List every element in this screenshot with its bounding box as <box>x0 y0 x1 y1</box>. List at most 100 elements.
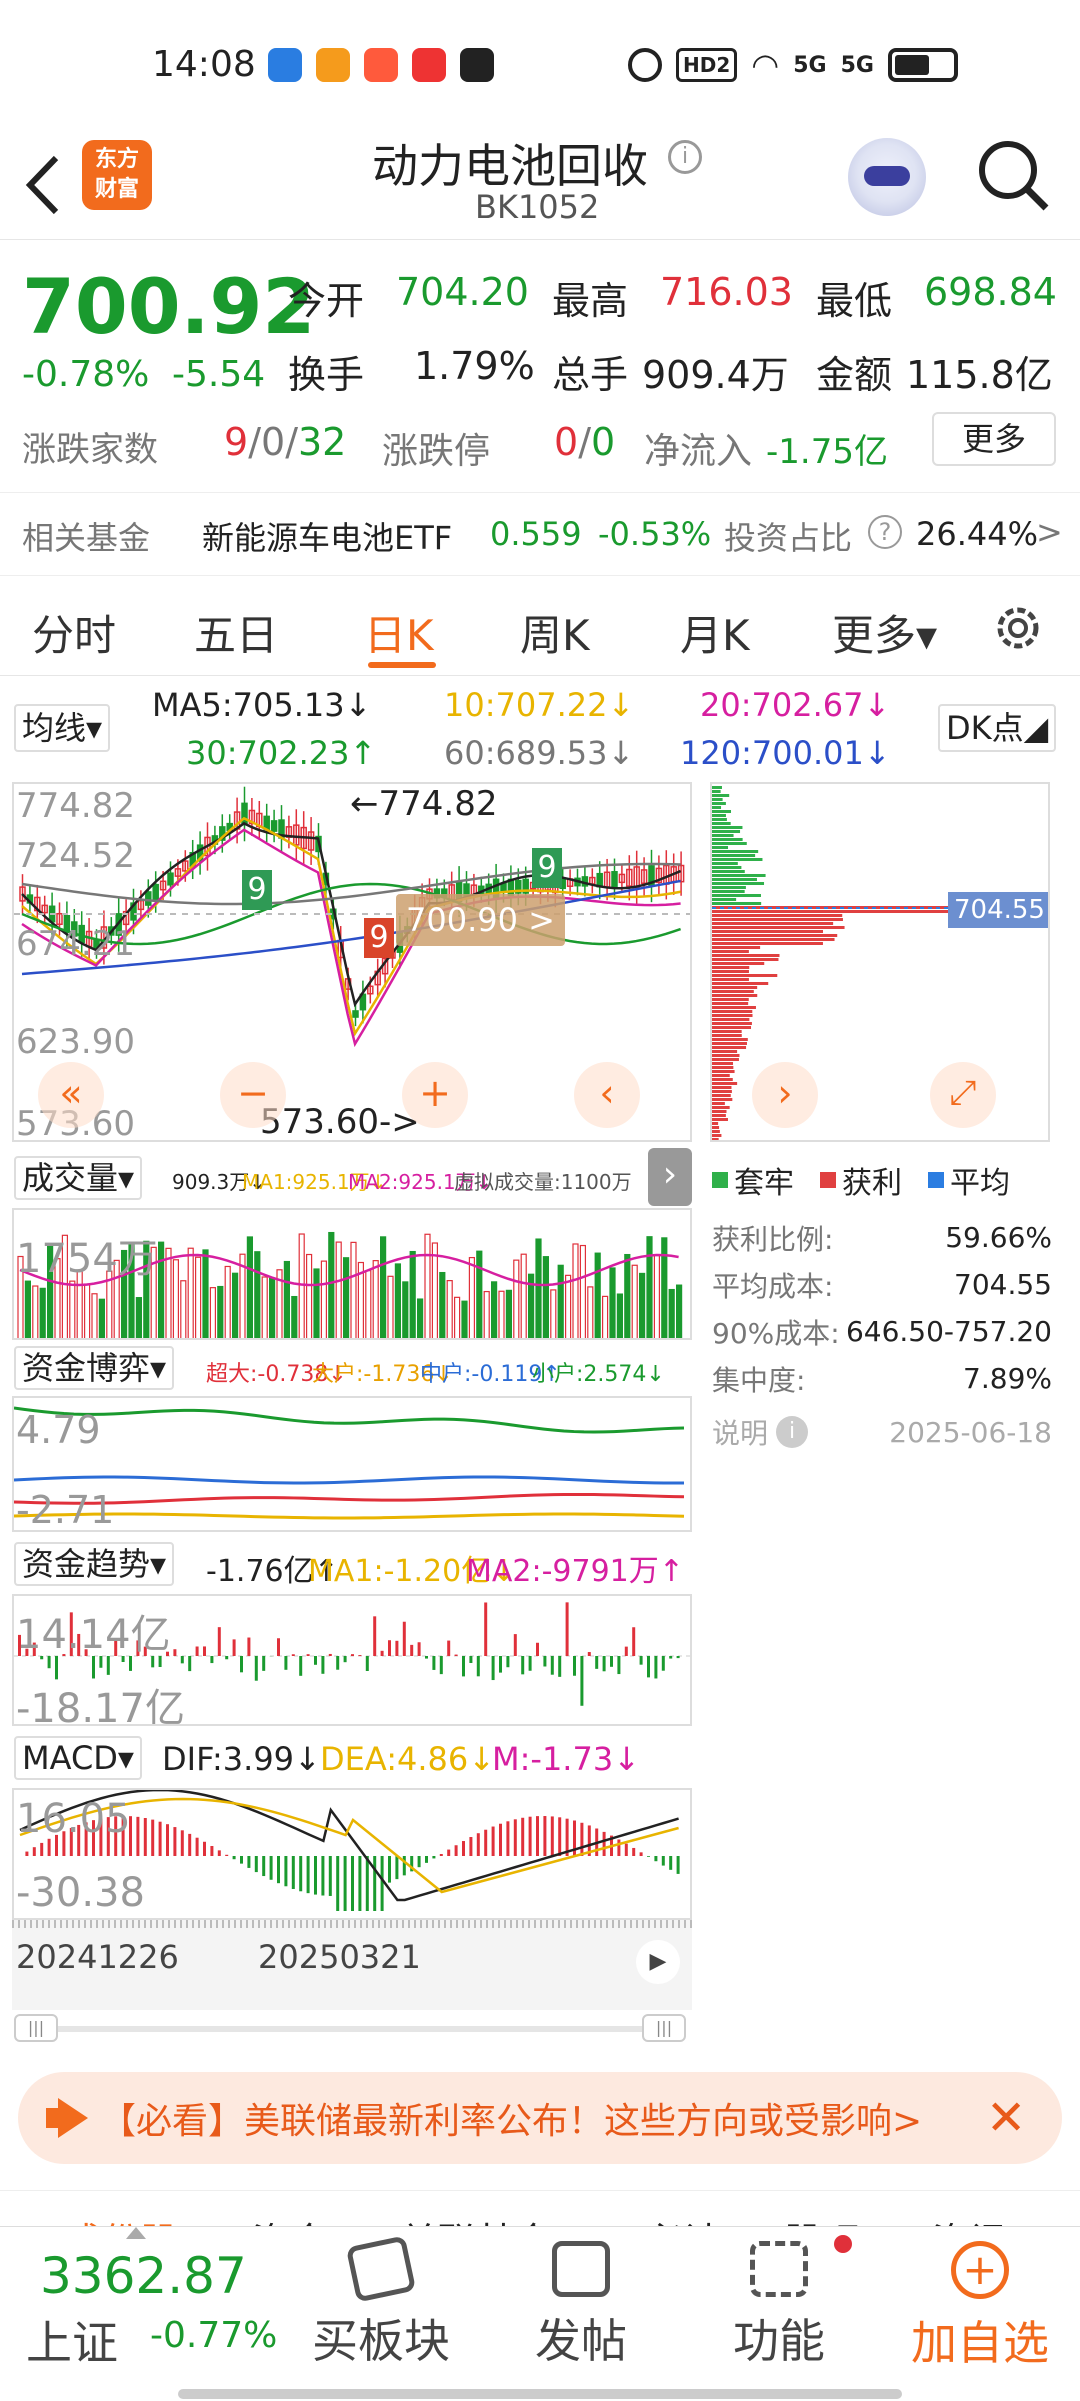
chip-note-row[interactable]: 说明i 2025-06-18 <box>712 1402 1052 1462</box>
tab-constituents[interactable]: 成份股 <box>64 2211 178 2226</box>
help-icon[interactable]: ? <box>868 515 902 549</box>
range-handle-right[interactable]: ||| <box>642 2014 686 2042</box>
candle <box>272 821 277 831</box>
tab-monthly[interactable]: 月K <box>680 602 750 663</box>
amount-value: 115.8亿 <box>906 344 1053 399</box>
volume-bar <box>455 1297 460 1340</box>
capital-game-selector[interactable]: 资金博弈▾ <box>14 1346 174 1390</box>
trend-bar <box>521 1656 524 1674</box>
tab-related-funds[interactable]: 关联基金 <box>400 2211 552 2226</box>
macd-dif: DIF:3.99↓ <box>162 1740 321 1778</box>
trend-ma2: MA2:-9791万↑ <box>466 1546 684 1590</box>
fund-pct: -0.53% <box>598 515 711 553</box>
volume-bar <box>610 1268 615 1340</box>
volume-bar <box>462 1301 467 1340</box>
tab-news[interactable]: 资讯 <box>932 2211 1008 2226</box>
tab-weekly[interactable]: 周K <box>520 602 590 663</box>
prev-icon[interactable]: ‹ <box>574 1062 640 1128</box>
volume-bar <box>336 1242 341 1340</box>
double-left-icon[interactable]: « <box>38 1062 104 1128</box>
volume-bar <box>159 1242 164 1340</box>
trend-bar <box>247 1638 250 1656</box>
chip-bar <box>712 934 837 937</box>
expand-icon[interactable]: ⤢ <box>930 1062 996 1128</box>
post-button[interactable]: 发帖 <box>496 2227 666 2401</box>
range-handle-left[interactable]: ||| <box>14 2014 58 2042</box>
trade-button[interactable]: 买板块 <box>296 2227 466 2401</box>
settings-gear-icon[interactable] <box>990 600 1046 656</box>
play-icon[interactable]: ▶ <box>636 1940 680 1984</box>
tab-5day[interactable]: 五日 <box>194 602 278 663</box>
index-name: 上证 <box>26 2307 118 2373</box>
chip-next-icon[interactable]: › <box>752 1062 818 1128</box>
macd-bar <box>188 1834 191 1856</box>
trend-bar <box>543 1656 546 1666</box>
legend-swatch-profit <box>820 1172 836 1188</box>
stat-row: 集中度:7.89% <box>712 1355 1052 1402</box>
info-icon[interactable]: i <box>668 140 702 174</box>
chip-bar <box>712 1038 748 1041</box>
fund-price: 0.559 <box>490 515 582 553</box>
trend-bar <box>477 1656 480 1676</box>
macd-bar <box>603 1832 606 1856</box>
chip-bar <box>712 826 742 829</box>
ma-selector[interactable]: 均线▾ <box>14 704 110 752</box>
add-watchlist-button[interactable]: + 加自选 <box>888 2227 1072 2401</box>
function-button[interactable]: 功能 <box>694 2227 864 2401</box>
candle <box>146 892 151 905</box>
app-icon-4 <box>412 48 446 82</box>
capital-trend-chart: 14.14亿 -18.17亿 <box>12 1594 692 1726</box>
index-widget[interactable]: 3362.87 上证 -0.77% <box>0 2227 290 2401</box>
chip-bar <box>712 1074 730 1077</box>
macd-bar <box>625 1844 628 1856</box>
macd-bar <box>299 1856 302 1891</box>
tab-more[interactable]: 更多▾ <box>832 602 937 663</box>
macd-bar <box>529 1817 532 1856</box>
macd-bar <box>136 1817 139 1856</box>
macd-selector[interactable]: MACD▾ <box>14 1736 142 1780</box>
chip-stats: 获利比例:59.66% 平均成本:704.55 90%成本:646.50-757… <box>712 1214 1052 1462</box>
close-icon[interactable]: ✕ <box>986 2090 1026 2146</box>
kline-y-label-2: 724.52 <box>16 836 135 876</box>
capital-game-header: 资金博弈▾ 超大:-0.738↓ 大户:-1.736↓ 中户:-0.119↑ 小… <box>12 1344 692 1394</box>
macd-bar <box>373 1856 376 1911</box>
macd-bar <box>403 1856 406 1875</box>
expand-panel-icon[interactable]: › <box>648 1148 692 1206</box>
macd-bar <box>233 1856 236 1859</box>
chip-bar <box>712 1078 733 1081</box>
volume-selector[interactable]: 成交量▾ <box>14 1156 142 1200</box>
tab-must-read[interactable]: 必读 <box>646 2211 722 2226</box>
volume-bar <box>351 1242 356 1340</box>
chip-bar <box>712 1070 735 1073</box>
kline-chart[interactable]: 774.82 724.52 674.21 623.90 573.60 ←774.… <box>12 782 692 1142</box>
related-fund-row[interactable]: 相关基金 新能源车电池ETF 0.559 -0.53% 投资占比 ? 26.44… <box>0 492 1080 576</box>
chip-bar <box>712 870 745 873</box>
back-icon[interactable] <box>22 150 62 220</box>
change-pct: -0.78% <box>22 354 149 395</box>
range-scrollbar[interactable]: ||| ||| <box>12 2012 692 2046</box>
tab-fenshi[interactable]: 分时 <box>32 602 116 663</box>
chip-bar <box>712 1134 721 1137</box>
zoom-out-icon[interactable]: − <box>220 1062 286 1128</box>
candle <box>242 803 247 824</box>
tab-capital[interactable]: 资金 <box>252 2211 328 2226</box>
inflow-value: -1.75亿 <box>766 424 888 473</box>
search-icon[interactable] <box>976 138 1052 214</box>
more-button[interactable]: 更多 <box>932 412 1056 466</box>
tab-forum[interactable]: 股吧 <box>784 2211 860 2226</box>
stat-row: 获利比例:59.66% <box>712 1214 1052 1261</box>
dk-point-button[interactable]: DK点◢ <box>938 704 1056 752</box>
tab-daily[interactable]: 日K <box>364 602 434 663</box>
candle <box>612 872 617 886</box>
capital-trend-selector[interactable]: 资金趋势▾ <box>14 1542 174 1586</box>
news-banner[interactable]: 【必看】美联储最新利率公布！这些方向或受影响> ✕ <box>18 2072 1062 2164</box>
trend-bar <box>358 1655 361 1656</box>
trade-icon <box>346 2235 416 2302</box>
macd-bar <box>669 1856 672 1870</box>
robot-avatar[interactable] <box>848 138 926 216</box>
tab-active-indicator <box>368 662 436 668</box>
chip-bar <box>712 982 768 985</box>
zoom-in-icon[interactable]: + <box>402 1062 468 1128</box>
wifi-icon: ◠ <box>751 46 779 84</box>
volume-bar <box>632 1265 637 1340</box>
